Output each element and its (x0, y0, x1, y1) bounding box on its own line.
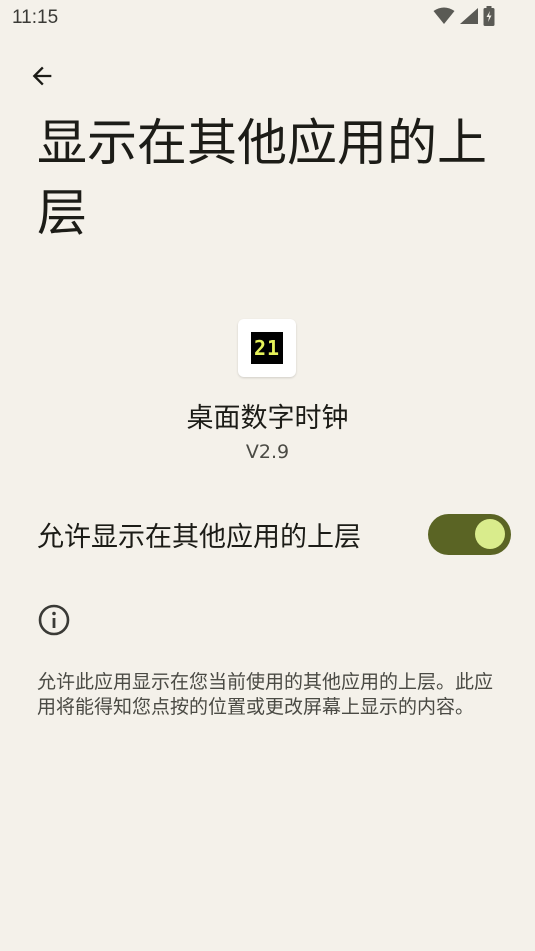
switch-thumb (475, 519, 505, 549)
permission-switch[interactable] (428, 514, 511, 555)
app-name: 桌面数字时钟 (186, 403, 349, 434)
app-version: V2.9 (245, 441, 290, 463)
page-title: 显示在其他应用的上层 (37, 114, 487, 242)
status-icons (433, 6, 495, 30)
info-icon (37, 603, 71, 637)
app-icon: 21 (238, 319, 296, 377)
wifi-icon (433, 7, 455, 29)
permission-toggle-row[interactable]: 允许显示在其他应用的上层 (0, 505, 535, 565)
cellular-signal-icon (459, 7, 479, 29)
info-description: 允许此应用显示在您当前使用的其他应用的上层。此应用将能得知您点按的位置或更改屏幕… (37, 671, 494, 718)
battery-charging-icon (483, 6, 495, 30)
status-bar: 11:15 (0, 0, 535, 36)
digital-clock-logo: 21 (251, 332, 283, 364)
status-time: 11:15 (12, 7, 59, 28)
permission-label: 允许显示在其他应用的上层 (37, 522, 361, 553)
arrow-back-icon (28, 62, 56, 94)
back-button[interactable] (22, 58, 62, 98)
